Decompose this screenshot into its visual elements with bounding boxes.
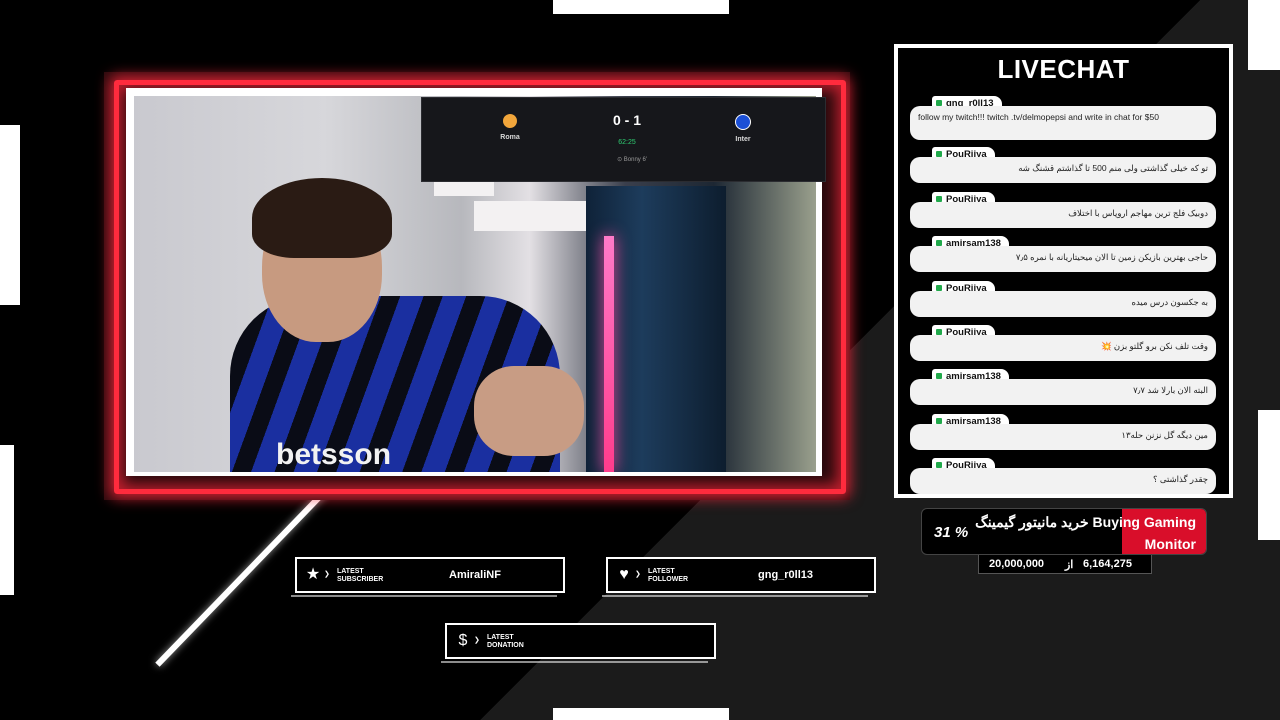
goal-event: ⊙ Bonny 6' xyxy=(617,157,647,163)
neon-light xyxy=(604,236,614,472)
away-team-name: Inter xyxy=(735,136,751,143)
chat-text: دوبیک فلج ترین مهاجم اروپاس با اختلاف xyxy=(910,202,1216,228)
chevron-right-icon: ❯ xyxy=(474,637,480,644)
goal-separator: از xyxy=(1065,559,1074,571)
star-icon: ★ xyxy=(305,566,321,583)
away-team: Inter xyxy=(713,114,773,143)
home-team: Roma xyxy=(480,114,540,141)
latest-subscriber-widget: ★ ❯ LATEST SUBSCRIBER AmiraliNF xyxy=(291,557,565,597)
left-edge-bar xyxy=(0,125,20,305)
chat-text: وقت تلف نکن برو گلتو بزن 💥 xyxy=(910,335,1216,361)
shelf xyxy=(474,201,594,231)
latest-follower-widget: ♥ ❯ LATEST FOLLOWER gng_r0ll13 xyxy=(602,557,876,597)
label-line2: FOLLOWER xyxy=(648,576,689,583)
match-score-overlay: Roma 0 - 1 62:25 ⊙ Bonny 6' Inter xyxy=(421,97,826,182)
match-time: 62:25 xyxy=(618,139,636,146)
chat-text: چقدر گذاشتی ؟ xyxy=(910,468,1216,494)
label-line2: SUBSCRIBER xyxy=(337,576,384,583)
label-line1: LATEST xyxy=(337,568,364,575)
label-line1: LATEST xyxy=(648,568,675,575)
inter-crest-icon xyxy=(735,114,751,130)
goal-amounts: 20,000,000 از 6,164,275 xyxy=(978,555,1152,574)
chevron-right-icon: ❯ xyxy=(635,571,641,578)
home-team-name: Roma xyxy=(500,134,520,141)
goal-target: 20,000,000 xyxy=(989,558,1045,570)
top-edge-bar xyxy=(553,0,729,14)
label-line1: LATEST xyxy=(487,634,514,641)
goal-current: 6,164,275 xyxy=(1083,558,1132,570)
donation-goal-bar: 31 % خرید مانیتور گیمینگ Buying Gaming M… xyxy=(921,508,1207,555)
roma-crest-icon xyxy=(503,114,517,128)
latest-follower-label: LATEST FOLLOWER xyxy=(648,568,718,584)
chat-text: تو که خیلی گذاشتی ولی منم 500 تا گذاشتم … xyxy=(910,157,1216,183)
chat-text: مین دیگه گل نزنن حله۱۳ xyxy=(910,424,1216,450)
latest-follower-name: gng_r0ll13 xyxy=(758,569,814,581)
goal-event-text: Bonny 6' xyxy=(623,157,647,163)
chat-text: به جکسون درس میده xyxy=(910,291,1216,317)
person-hair xyxy=(252,178,392,258)
left-edge-bar-lower xyxy=(0,445,14,595)
person-arm xyxy=(474,366,584,456)
goal-title: خرید مانیتور گیمینگ Buying Gaming Monito… xyxy=(975,514,1196,552)
livechat-panel[interactable]: LIVECHAT gng_r0ll13 follow my twitch!!! … xyxy=(894,44,1233,498)
score-value: 0 - 1 xyxy=(612,112,641,128)
latest-subscriber-name: AmiraliNF xyxy=(449,569,501,581)
dollar-icon: $ xyxy=(458,632,468,649)
chat-text: حاجی بهترین بازیکن زمین تا الان میحیتاری… xyxy=(910,246,1216,272)
chat-text: البته الان بارلا شد ۷٫۷ xyxy=(910,379,1216,405)
label-line2: DONATION xyxy=(487,642,524,649)
jersey-sponsor: betsson xyxy=(276,438,392,471)
chat-text: follow my twitch!!! twitch .tv/delmopeps… xyxy=(910,106,1216,140)
heart-icon: ♥ xyxy=(619,566,629,583)
right-edge-bar-lower xyxy=(1258,410,1280,540)
latest-donation-widget: $ ❯ LATEST DONATION xyxy=(441,623,716,663)
latest-subscriber-label: LATEST SUBSCRIBER xyxy=(337,568,407,584)
latest-donation-label: LATEST DONATION xyxy=(487,634,557,650)
bottom-edge-bar xyxy=(553,708,729,720)
livechat-title: LIVECHAT xyxy=(997,54,1130,84)
chevron-right-icon: ❯ xyxy=(324,571,330,578)
right-edge-bar xyxy=(1248,0,1280,70)
